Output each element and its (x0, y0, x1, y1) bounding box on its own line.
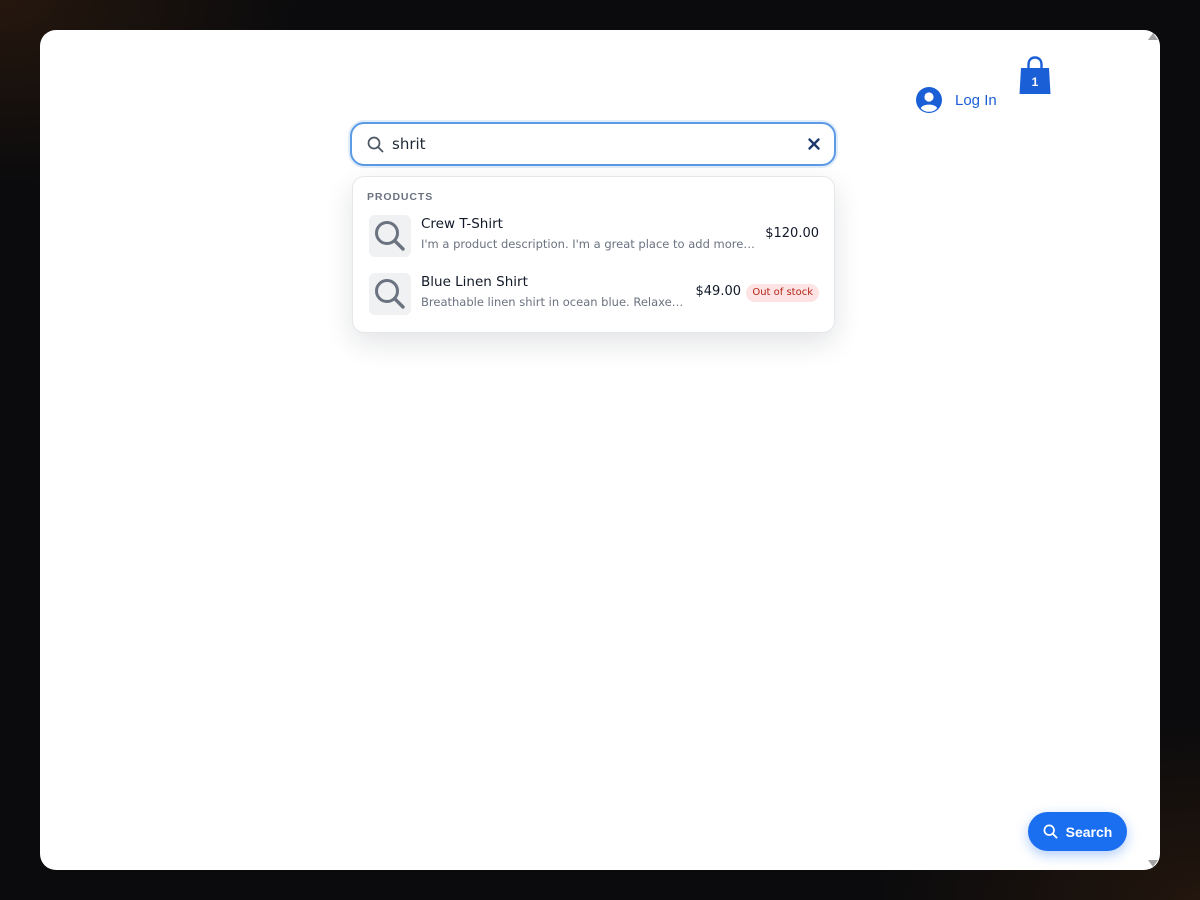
search-icon (1043, 824, 1058, 839)
clear-icon[interactable] (806, 136, 822, 152)
cart-button[interactable]: 1 (1018, 56, 1052, 96)
cart-count: 1 (1031, 75, 1039, 89)
stock-status-badge: Out of stock (746, 284, 819, 302)
result-description: I'm a product description. I'm a great p… (421, 237, 757, 251)
results-section-label: PRODUCTS (367, 191, 434, 203)
result-name: Blue Linen Shirt (421, 274, 528, 290)
search-icon (367, 136, 384, 153)
login-button[interactable]: Log In (916, 87, 997, 113)
search-fab-button[interactable]: Search (1028, 812, 1127, 851)
product-thumbnail (369, 215, 411, 257)
search-fab-label: Search (1065, 823, 1113, 840)
search-results-dropdown: PRODUCTS Crew T-Shirt I'm a product desc… (352, 176, 835, 333)
page-window: Log In 1 PRODUCTS Crew T-Shi (40, 30, 1160, 870)
result-name: Crew T-Shirt (421, 216, 503, 232)
result-description: Breathable linen shirt in ocean blue. Re… (421, 295, 687, 309)
search-bar (350, 122, 836, 166)
result-price: $120.00 (765, 226, 819, 241)
result-item[interactable]: Crew T-Shirt I'm a product description. … (353, 209, 836, 261)
scroll-down-arrow[interactable] (1148, 860, 1158, 867)
result-item[interactable]: Blue Linen Shirt Breathable linen shirt … (353, 267, 836, 319)
search-icon (375, 221, 405, 251)
result-price: $49.00 (695, 284, 742, 299)
login-label: Log In (955, 91, 997, 109)
scroll-up-arrow[interactable] (1148, 33, 1158, 40)
search-icon (375, 279, 405, 309)
product-thumbnail (369, 273, 411, 315)
search-input[interactable] (392, 130, 792, 158)
user-avatar-icon (916, 87, 942, 113)
